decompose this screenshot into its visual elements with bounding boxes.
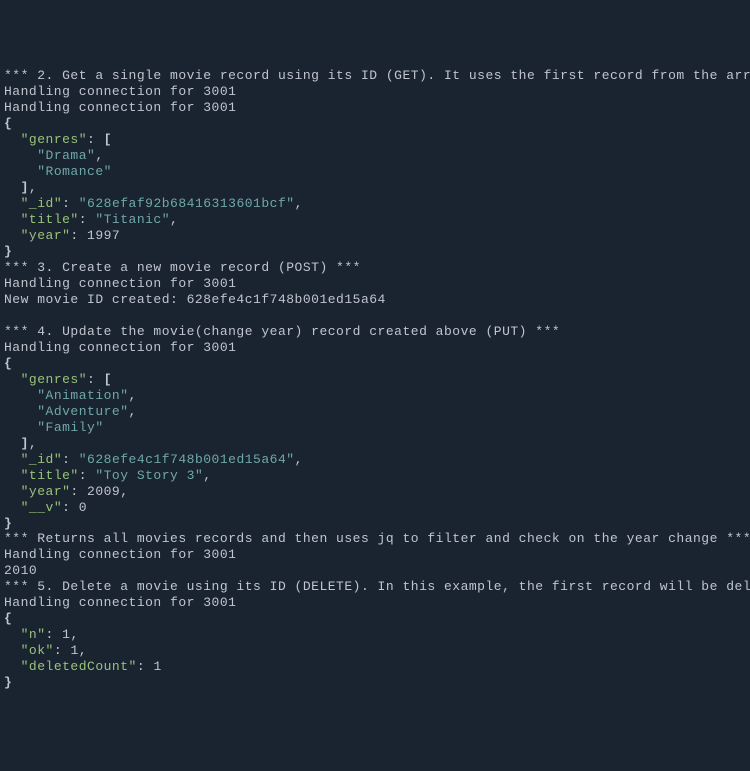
json-key: "n" xyxy=(21,627,46,642)
json-indent xyxy=(4,212,21,227)
json-string: "Romance" xyxy=(37,164,112,179)
json-comma: , xyxy=(29,436,37,451)
json-bracket-close: ] xyxy=(21,180,29,195)
output-line: Handling connection for 3001 xyxy=(4,84,236,99)
json-colon: : xyxy=(54,643,71,658)
json-indent xyxy=(4,643,21,658)
json-colon: : xyxy=(62,452,79,467)
json-string: "Family" xyxy=(37,420,103,435)
output-line: *** 2. Get a single movie record using i… xyxy=(4,68,750,83)
json-indent xyxy=(4,180,21,195)
json-string: "Titanic" xyxy=(95,212,170,227)
json-key: "genres" xyxy=(21,132,87,147)
json-number: 2009 xyxy=(87,484,120,499)
output-line: *** 3. Create a new movie record (POST) … xyxy=(4,260,361,275)
json-number: 0 xyxy=(79,500,87,515)
json-indent xyxy=(4,388,37,403)
json-comma: , xyxy=(79,643,87,658)
json-colon: : xyxy=(79,212,96,227)
json-key: "ok" xyxy=(21,643,54,658)
json-key: "_id" xyxy=(21,452,63,467)
output-line: *** 4. Update the movie(change year) rec… xyxy=(4,324,560,339)
json-colon: : xyxy=(70,228,87,243)
json-key: "year" xyxy=(21,228,71,243)
output-line: Handling connection for 3001 xyxy=(4,276,236,291)
output-line: New movie ID created: 628efe4c1f748b001e… xyxy=(4,292,386,307)
json-comma: , xyxy=(95,148,103,163)
json-indent xyxy=(4,436,21,451)
json-colon: : xyxy=(87,132,104,147)
json-comma: , xyxy=(70,627,78,642)
json-indent xyxy=(4,196,21,211)
output-line: Handling connection for 3001 xyxy=(4,100,236,115)
json-colon: : xyxy=(62,500,79,515)
json-indent xyxy=(4,468,21,483)
json-brace-close: } xyxy=(4,516,12,531)
json-comma: , xyxy=(170,212,178,227)
json-colon: : xyxy=(137,659,154,674)
json-comma: , xyxy=(129,404,137,419)
json-comma: , xyxy=(129,388,137,403)
json-colon: : xyxy=(87,372,104,387)
json-brace-close: } xyxy=(4,244,12,259)
json-bracket-close: ] xyxy=(21,436,29,451)
json-indent xyxy=(4,132,21,147)
output-line: 2010 xyxy=(4,563,37,578)
output-line: Handling connection for 3001 xyxy=(4,547,236,562)
json-indent xyxy=(4,228,21,243)
json-key: "genres" xyxy=(21,372,87,387)
json-brace-open: { xyxy=(4,611,12,626)
json-indent xyxy=(4,627,21,642)
json-comma: , xyxy=(203,468,211,483)
json-comma: , xyxy=(295,452,303,467)
json-colon: : xyxy=(79,468,96,483)
json-indent xyxy=(4,500,21,515)
json-string: "Adventure" xyxy=(37,404,128,419)
json-key: "title" xyxy=(21,468,79,483)
json-indent xyxy=(4,148,37,163)
json-string: "Animation" xyxy=(37,388,128,403)
output-line: *** 5. Delete a movie using its ID (DELE… xyxy=(4,579,750,594)
json-number: 1 xyxy=(62,627,70,642)
json-string: "628efe4c1f748b001ed15a64" xyxy=(79,452,295,467)
json-indent xyxy=(4,659,21,674)
json-string: "628efaf92b68416313601bcf" xyxy=(79,196,295,211)
output-line: Handling connection for 3001 xyxy=(4,595,236,610)
json-string: "Toy Story 3" xyxy=(95,468,203,483)
json-bracket-open: [ xyxy=(104,132,112,147)
json-key: "__v" xyxy=(21,500,63,515)
json-colon: : xyxy=(70,484,87,499)
json-indent xyxy=(4,420,37,435)
json-comma: , xyxy=(29,180,37,195)
json-number: 1 xyxy=(153,659,161,674)
json-key: "title" xyxy=(21,212,79,227)
output-line: *** Returns all movies records and then … xyxy=(4,531,750,546)
json-indent xyxy=(4,164,37,179)
json-brace-open: { xyxy=(4,356,12,371)
json-key: "year" xyxy=(21,484,71,499)
json-indent xyxy=(4,484,21,499)
json-comma: , xyxy=(120,484,128,499)
json-string: "Drama" xyxy=(37,148,95,163)
json-key: "_id" xyxy=(21,196,63,211)
json-colon: : xyxy=(62,196,79,211)
json-indent xyxy=(4,404,37,419)
json-key: "deletedCount" xyxy=(21,659,137,674)
json-bracket-open: [ xyxy=(104,372,112,387)
output-line: Handling connection for 3001 xyxy=(4,340,236,355)
json-number: 1 xyxy=(70,643,78,658)
json-comma: , xyxy=(295,196,303,211)
json-colon: : xyxy=(46,627,63,642)
json-number: 1997 xyxy=(87,228,120,243)
json-brace-open: { xyxy=(4,116,12,131)
json-brace-close: } xyxy=(4,675,12,690)
json-indent xyxy=(4,452,21,467)
terminal-output: *** 2. Get a single movie record using i… xyxy=(4,68,746,691)
json-indent xyxy=(4,372,21,387)
